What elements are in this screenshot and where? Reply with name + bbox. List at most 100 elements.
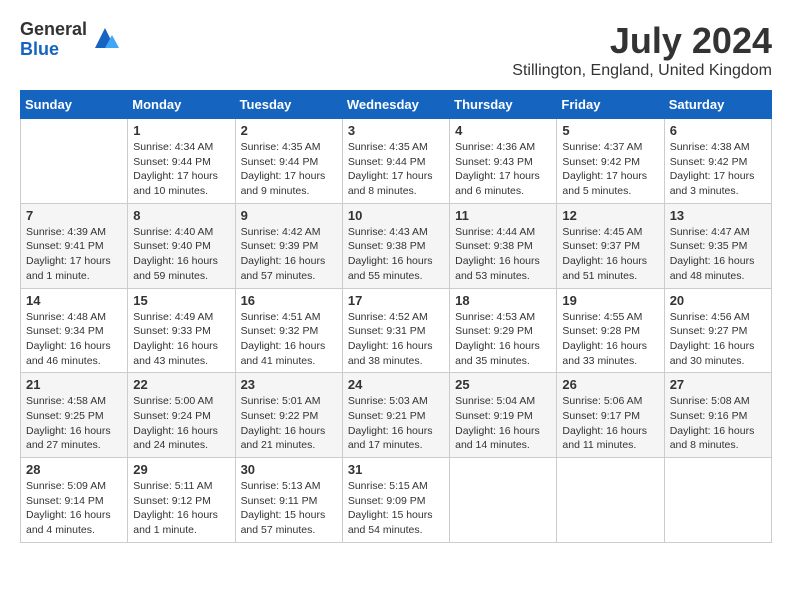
- day-info: Sunrise: 4:53 AM Sunset: 9:29 PM Dayligh…: [455, 310, 551, 369]
- calendar-cell: 8Sunrise: 4:40 AM Sunset: 9:40 PM Daylig…: [128, 203, 235, 288]
- calendar-cell: 19 Sunrise: 4:55 AM Sunset: 9:28 PM Dayli…: [557, 288, 664, 373]
- title-section: July 2024 Stillington, England, United K…: [512, 20, 772, 80]
- day-info: Sunrise: 4:42 AM Sunset: 9:39 PM Dayligh…: [241, 225, 337, 284]
- day-number: 10: [348, 208, 444, 223]
- calendar-cell: 24 Sunrise: 5:03 AM Sunset: 9:21 PM Dayli…: [342, 373, 449, 458]
- day-number: 7: [26, 208, 122, 223]
- day-number: 6: [670, 123, 766, 138]
- day-info: Sunrise: 4:43 AM Sunset: 9:38 PM Dayligh…: [348, 225, 444, 284]
- calendar-week-row: 14Sunrise: 4:48 AM Sunset: 9:34 PM Dayli…: [21, 288, 772, 373]
- day-info: Sunrise: 4:39 AM Sunset: 9:41 PM Dayligh…: [26, 225, 122, 284]
- month-year-title: July 2024: [512, 20, 772, 62]
- calendar-cell: 26 Sunrise: 5:06 AM Sunset: 9:17 PM Dayli…: [557, 373, 664, 458]
- calendar-cell: [664, 458, 771, 543]
- day-info: Sunrise: 4:52 AM Sunset: 9:31 PM Dayligh…: [348, 310, 444, 369]
- day-number: 2: [241, 123, 337, 138]
- calendar-cell: 16 Sunrise: 4:51 AM Sunset: 9:32 PM Dayli…: [235, 288, 342, 373]
- day-number: 18: [455, 293, 551, 308]
- calendar-cell: 1 Sunrise: 4:34 AM Sunset: 9:44 PM Daylig…: [128, 119, 235, 204]
- header-cell-tuesday: Tuesday: [235, 91, 342, 119]
- calendar-cell: 7 Sunrise: 4:39 AM Sunset: 9:41 PM Daylig…: [21, 203, 128, 288]
- day-info: Sunrise: 5:01 AM Sunset: 9:22 PM Dayligh…: [241, 394, 337, 453]
- header-cell-friday: Friday: [557, 91, 664, 119]
- day-number: 3: [348, 123, 444, 138]
- day-info: Sunrise: 4:47 AM Sunset: 9:35 PM Dayligh…: [670, 225, 766, 284]
- day-number: 11: [455, 208, 551, 223]
- calendar-cell: 12Sunrise: 4:45 AM Sunset: 9:37 PM Dayli…: [557, 203, 664, 288]
- calendar-cell: 4 Sunrise: 4:36 AM Sunset: 9:43 PM Daylig…: [450, 119, 557, 204]
- day-info: Sunrise: 4:36 AM Sunset: 9:43 PM Dayligh…: [455, 140, 551, 199]
- day-number: 30: [241, 462, 337, 477]
- day-info: Sunrise: 5:15 AM Sunset: 9:09 PM Dayligh…: [348, 479, 444, 538]
- day-number: 29: [133, 462, 229, 477]
- day-number: 25: [455, 377, 551, 392]
- calendar-cell: 10 Sunrise: 4:43 AM Sunset: 9:38 PM Dayli…: [342, 203, 449, 288]
- logo-general-text: General: [20, 20, 87, 40]
- calendar-week-row: 1 Sunrise: 4:34 AM Sunset: 9:44 PM Daylig…: [21, 119, 772, 204]
- day-number: 28: [26, 462, 122, 477]
- day-number: 1: [133, 123, 229, 138]
- header-cell-wednesday: Wednesday: [342, 91, 449, 119]
- calendar-week-row: 21 Sunrise: 4:58 AM Sunset: 9:25 PM Dayli…: [21, 373, 772, 458]
- day-info: Sunrise: 4:56 AM Sunset: 9:27 PM Dayligh…: [670, 310, 766, 369]
- day-info: Sunrise: 5:04 AM Sunset: 9:19 PM Dayligh…: [455, 394, 551, 453]
- day-info: Sunrise: 5:13 AM Sunset: 9:11 PM Dayligh…: [241, 479, 337, 538]
- calendar-cell: 13 Sunrise: 4:47 AM Sunset: 9:35 PM Dayli…: [664, 203, 771, 288]
- day-info: Sunrise: 4:45 AM Sunset: 9:37 PM Dayligh…: [562, 225, 658, 284]
- calendar-cell: 18 Sunrise: 4:53 AM Sunset: 9:29 PM Dayli…: [450, 288, 557, 373]
- day-info: Sunrise: 4:58 AM Sunset: 9:25 PM Dayligh…: [26, 394, 122, 453]
- header-cell-saturday: Saturday: [664, 91, 771, 119]
- day-number: 31: [348, 462, 444, 477]
- day-info: Sunrise: 5:03 AM Sunset: 9:21 PM Dayligh…: [348, 394, 444, 453]
- day-number: 21: [26, 377, 122, 392]
- day-number: 19: [562, 293, 658, 308]
- calendar-cell: 23Sunrise: 5:01 AM Sunset: 9:22 PM Dayli…: [235, 373, 342, 458]
- location-subtitle: Stillington, England, United Kingdom: [512, 62, 772, 80]
- day-info: Sunrise: 5:11 AM Sunset: 9:12 PM Dayligh…: [133, 479, 229, 538]
- day-number: 24: [348, 377, 444, 392]
- day-info: Sunrise: 4:34 AM Sunset: 9:44 PM Dayligh…: [133, 140, 229, 199]
- day-info: Sunrise: 4:51 AM Sunset: 9:32 PM Dayligh…: [241, 310, 337, 369]
- calendar-cell: 29 Sunrise: 5:11 AM Sunset: 9:12 PM Dayli…: [128, 458, 235, 543]
- day-number: 13: [670, 208, 766, 223]
- calendar-cell: 20 Sunrise: 4:56 AM Sunset: 9:27 PM Dayli…: [664, 288, 771, 373]
- calendar-cell: [450, 458, 557, 543]
- calendar-week-row: 7 Sunrise: 4:39 AM Sunset: 9:41 PM Daylig…: [21, 203, 772, 288]
- calendar-table: SundayMondayTuesdayWednesdayThursdayFrid…: [20, 90, 772, 543]
- calendar-cell: 15 Sunrise: 4:49 AM Sunset: 9:33 PM Dayli…: [128, 288, 235, 373]
- day-number: 4: [455, 123, 551, 138]
- header-cell-sunday: Sunday: [21, 91, 128, 119]
- calendar-cell: [557, 458, 664, 543]
- calendar-cell: 5Sunrise: 4:37 AM Sunset: 9:42 PM Daylig…: [557, 119, 664, 204]
- day-info: Sunrise: 4:55 AM Sunset: 9:28 PM Dayligh…: [562, 310, 658, 369]
- day-number: 5: [562, 123, 658, 138]
- calendar-cell: 14Sunrise: 4:48 AM Sunset: 9:34 PM Dayli…: [21, 288, 128, 373]
- calendar-cell: [21, 119, 128, 204]
- day-number: 9: [241, 208, 337, 223]
- day-number: 26: [562, 377, 658, 392]
- logo-icon: [90, 23, 120, 53]
- logo-blue-text: Blue: [20, 40, 87, 60]
- calendar-cell: 25 Sunrise: 5:04 AM Sunset: 9:19 PM Dayli…: [450, 373, 557, 458]
- calendar-cell: 6 Sunrise: 4:38 AM Sunset: 9:42 PM Daylig…: [664, 119, 771, 204]
- calendar-cell: 31 Sunrise: 5:15 AM Sunset: 9:09 PM Dayli…: [342, 458, 449, 543]
- day-info: Sunrise: 4:38 AM Sunset: 9:42 PM Dayligh…: [670, 140, 766, 199]
- calendar-week-row: 28Sunrise: 5:09 AM Sunset: 9:14 PM Dayli…: [21, 458, 772, 543]
- day-number: 17: [348, 293, 444, 308]
- day-number: 8: [133, 208, 229, 223]
- page-header: General Blue July 2024 Stillington, Engl…: [20, 20, 772, 80]
- day-info: Sunrise: 5:06 AM Sunset: 9:17 PM Dayligh…: [562, 394, 658, 453]
- calendar-cell: 28Sunrise: 5:09 AM Sunset: 9:14 PM Dayli…: [21, 458, 128, 543]
- header-cell-thursday: Thursday: [450, 91, 557, 119]
- day-info: Sunrise: 4:49 AM Sunset: 9:33 PM Dayligh…: [133, 310, 229, 369]
- day-number: 20: [670, 293, 766, 308]
- calendar-cell: 22Sunrise: 5:00 AM Sunset: 9:24 PM Dayli…: [128, 373, 235, 458]
- day-info: Sunrise: 4:35 AM Sunset: 9:44 PM Dayligh…: [348, 140, 444, 199]
- day-number: 15: [133, 293, 229, 308]
- day-number: 16: [241, 293, 337, 308]
- day-info: Sunrise: 4:35 AM Sunset: 9:44 PM Dayligh…: [241, 140, 337, 199]
- calendar-header-row: SundayMondayTuesdayWednesdayThursdayFrid…: [21, 91, 772, 119]
- day-info: Sunrise: 4:48 AM Sunset: 9:34 PM Dayligh…: [26, 310, 122, 369]
- day-number: 27: [670, 377, 766, 392]
- calendar-cell: 27Sunrise: 5:08 AM Sunset: 9:16 PM Dayli…: [664, 373, 771, 458]
